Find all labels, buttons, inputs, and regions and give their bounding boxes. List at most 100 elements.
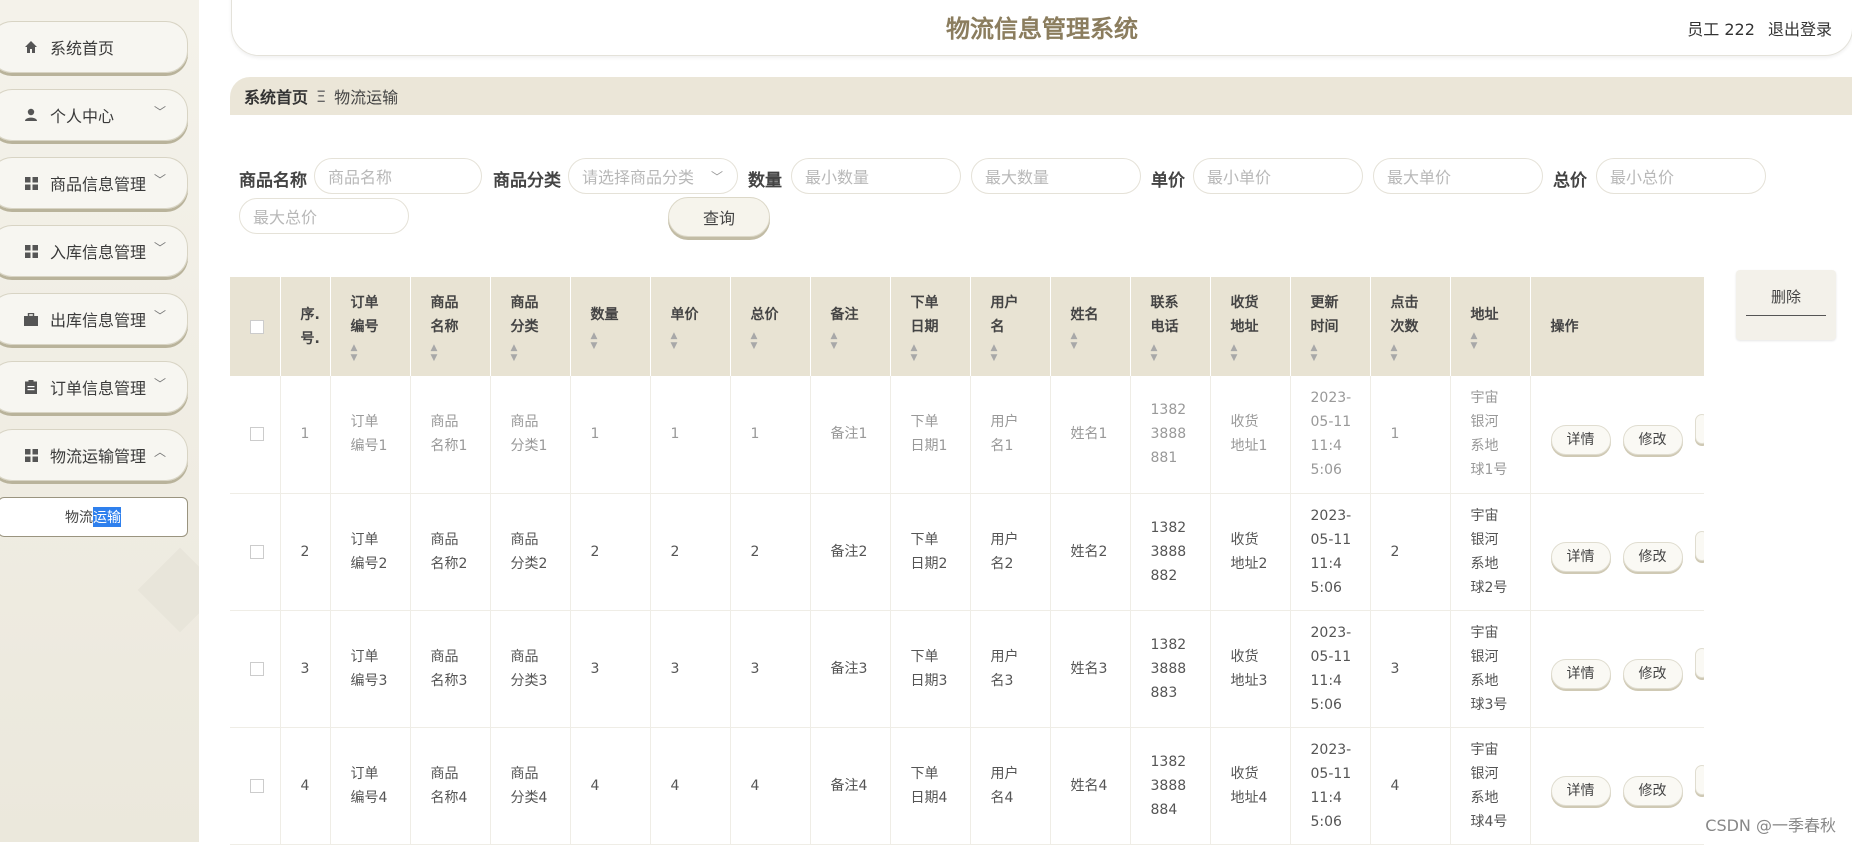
edit-button[interactable]: 修改 <box>1622 424 1683 455</box>
breadcrumb-current: 物流运输 <box>334 88 399 107</box>
col-header[interactable]: 总价 ▲ ▼ <box>730 277 811 376</box>
table-cell-addr: 宇宙 银河 系地 球4号 <box>1450 727 1531 845</box>
table-cell-date: 下单 日期2 <box>890 493 971 611</box>
csdn-watermark: CSDN @一季春秋 <box>1705 816 1836 835</box>
table-cell-name: 商品 名称4 <box>410 727 491 845</box>
table-cell-note: 备注2 <box>810 493 891 611</box>
col-header[interactable]: 商品 分类 ▲ ▼ <box>490 277 571 376</box>
table-cell-cat: 商品 分类4 <box>490 727 571 845</box>
qty-max-input[interactable]: 最大数量 <box>971 158 1141 194</box>
table-cell-cat: 商品 分类1 <box>490 376 571 494</box>
col-header[interactable]: 姓名 ▲ ▼ <box>1050 277 1131 376</box>
table-cell-qty: 4 <box>570 727 651 845</box>
person-icon <box>22 106 40 124</box>
table-cell-cat: 商品 分类3 <box>490 610 571 728</box>
table-cell-real: 姓名3 <box>1050 610 1131 728</box>
query-button[interactable]: 查询 <box>668 197 770 237</box>
breadcrumb-home[interactable]: 系统首页 <box>244 84 308 108</box>
delete-row-button[interactable] <box>1694 413 1704 444</box>
delete-button[interactable]: 删除 <box>1746 286 1826 316</box>
sidebar-subitem-logistics-transport[interactable]: 物流 运输 <box>0 497 188 537</box>
total-max-input[interactable]: 最大总价 <box>239 198 409 234</box>
col-header[interactable]: 数量 ▲ ▼ <box>570 277 651 376</box>
subitem-label-selected: 运输 <box>93 507 121 527</box>
table-cell-date: 下单 日期1 <box>890 376 971 494</box>
col-header[interactable]: 收货 地址 ▲ ▼ <box>1210 277 1291 376</box>
table-cell-note: 备注1 <box>810 376 891 494</box>
table-cell-price: 4 <box>650 727 731 845</box>
sidebar-item-personal-center[interactable]: 个人中心 ﹀ <box>0 89 188 141</box>
table-cell-order: 订单 编号2 <box>330 493 411 611</box>
sidebar-item-product-info[interactable]: 商品信息管理 ﹀ <box>0 157 188 209</box>
qty-min-input[interactable]: 最小数量 <box>791 158 961 194</box>
row-checkbox[interactable] <box>250 427 264 442</box>
sidebar-item-outbound[interactable]: 出库信息管理 ﹀ <box>0 293 188 345</box>
table-cell-order: 订单 编号4 <box>330 727 411 845</box>
sidebar-item-logistics[interactable]: 物流运输管理 ︿ <box>0 429 188 481</box>
detail-button[interactable]: 详情 <box>1550 659 1611 689</box>
table-cell-real: 姓名4 <box>1050 727 1131 845</box>
table-row: 1 订单 编号1 商品 名称1 商品 分类1 1 1 1 备注1 下单 日期1 用户 名1 姓名1 1… <box>230 376 1704 494</box>
table-cell-price: 2 <box>650 493 731 611</box>
col-header[interactable]: 订单 编号 ▲ ▼ <box>330 277 411 376</box>
product-name-label: 商品名称 <box>239 171 307 191</box>
sidebar-item-inbound[interactable]: 入库信息管理 ﹀ <box>0 225 188 277</box>
sort-icon: ▲ ▼ <box>1470 330 1478 351</box>
user-name: 员工 222 <box>1687 20 1755 39</box>
detail-button[interactable]: 详情 <box>1550 424 1611 455</box>
table-header-row: 序. 号. 订单 编号 ▲ ▼ 商品 名称 ▲ ▼ 商品 分类 ▲ ▼ 数量 ▲ ▼ 单价 ▲ ▼ … <box>230 277 1704 376</box>
detail-button[interactable]: 详情 <box>1550 542 1611 572</box>
chevron-down-icon: ﹀ <box>153 309 166 323</box>
col-header[interactable]: 单价 ▲ ▼ <box>650 277 731 376</box>
delete-row-button[interactable] <box>1694 531 1704 561</box>
logout-link[interactable]: 退出登录 <box>1768 20 1832 39</box>
col-header[interactable]: 联系 电话 ▲ ▼ <box>1130 277 1211 376</box>
detail-button[interactable]: 详情 <box>1550 776 1611 806</box>
sidebar-item-home[interactable]: 系统首页 <box>0 21 188 73</box>
qty-label: 数量 <box>748 171 782 191</box>
table-cell-real: 姓名2 <box>1050 493 1131 611</box>
total-label: 总价 <box>1553 171 1587 191</box>
col-header[interactable]: 用户 名 ▲ ▼ <box>970 277 1051 376</box>
chevron-down-icon: ﹀ <box>153 173 166 187</box>
col-header[interactable]: 下单 日期 ▲ ▼ <box>890 277 971 376</box>
row-checkbox[interactable] <box>250 778 264 793</box>
table-cell-name: 商品 名称2 <box>410 493 491 611</box>
user-area: 员工 222 退出登录 <box>1687 16 1832 40</box>
table-cell-clicks: 4 <box>1370 727 1451 845</box>
table-cell-clicks: 2 <box>1370 493 1451 611</box>
col-header[interactable]: 地址 ▲ ▼ <box>1450 277 1531 376</box>
table-cell-phone: 1382 3888 883 <box>1130 610 1211 728</box>
grid-icon <box>22 242 40 260</box>
price-max-input[interactable]: 最大单价 <box>1373 158 1543 194</box>
sort-icon: ▲ ▼ <box>1150 342 1158 363</box>
table-cell-clicks: 3 <box>1370 610 1451 728</box>
col-header[interactable]: 商品 名称 ▲ ▼ <box>410 277 491 376</box>
price-min-input[interactable]: 最小单价 <box>1193 158 1363 194</box>
delete-row-button[interactable] <box>1694 765 1704 795</box>
row-checkbox[interactable] <box>250 661 264 676</box>
sort-icon: ▲ ▼ <box>670 330 678 351</box>
delete-row-button[interactable] <box>1694 648 1704 678</box>
table-cell-time: 2023- 05-11 11:4 5:06 <box>1290 493 1371 611</box>
breadcrumb-separator-icon: Ξ <box>316 86 327 106</box>
row-checkbox[interactable] <box>250 544 264 559</box>
edit-button[interactable]: 修改 <box>1622 542 1683 572</box>
table-cell-qty: 2 <box>570 493 651 611</box>
total-min-input[interactable]: 最小总价 <box>1596 158 1766 194</box>
table-cell-user: 用户 名2 <box>970 493 1051 611</box>
col-header[interactable]: 点击 次数 ▲ ▼ <box>1370 277 1451 376</box>
edit-button[interactable]: 修改 <box>1622 776 1683 806</box>
col-header[interactable]: 备注 ▲ ▼ <box>810 277 891 376</box>
edit-button[interactable]: 修改 <box>1622 659 1683 689</box>
col-header[interactable]: 更新 时间 ▲ ▼ <box>1290 277 1371 376</box>
table-cell-phone: 1382 3888 884 <box>1130 727 1211 845</box>
table-cell-date: 下单 日期4 <box>890 727 971 845</box>
chevron-up-icon: ︿ <box>153 445 166 459</box>
select-all-checkbox[interactable] <box>250 319 264 334</box>
sidebar-item-orders[interactable]: 订单信息管理 ﹀ <box>0 361 188 413</box>
sort-icon: ▲ ▼ <box>990 342 998 363</box>
category-select[interactable]: 请选择商品分类 ﹀ <box>568 158 738 194</box>
page-title: 物流信息管理系统 <box>946 15 1138 43</box>
product-name-input[interactable]: 商品名称 <box>314 158 482 194</box>
